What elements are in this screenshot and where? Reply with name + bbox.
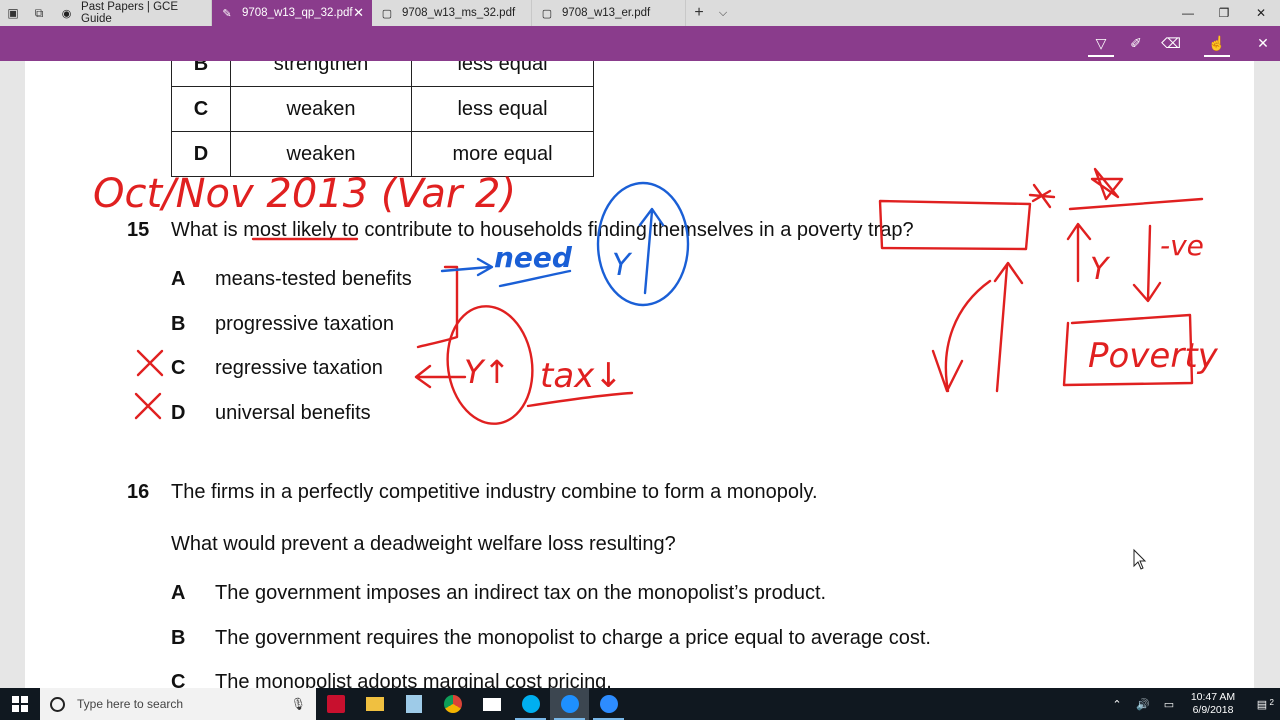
touch-writing-icon[interactable]: ☝ xyxy=(1202,30,1232,57)
microphone-icon[interactable]: 🎙 xyxy=(291,697,306,711)
pdf-ink-toolbar: ▽ ✐ ⌫ ☝ ✕ xyxy=(0,26,1280,61)
table-cell: less equal xyxy=(411,61,594,87)
q15-option-text: universal benefits xyxy=(215,402,371,424)
q15-option-text: means-tested benefits xyxy=(215,268,412,290)
edge-icon[interactable] xyxy=(550,688,589,720)
q15-text-a: What is xyxy=(171,219,244,241)
table-row: B strengthen less equal xyxy=(171,61,594,87)
highlighter-icon[interactable]: ✐ xyxy=(1121,30,1151,56)
set-aside-tabs-icon[interactable]: ⧉ xyxy=(26,0,52,26)
skype-icon[interactable] xyxy=(511,688,550,720)
new-tab-icon[interactable]: + xyxy=(686,0,712,26)
q15-option-letter: D xyxy=(171,402,186,424)
q15-question: What is most likely to contribute to hou… xyxy=(171,219,914,242)
q16-option-text: The government imposes an indirect tax o… xyxy=(215,582,827,604)
maximize-icon[interactable]: ❐ xyxy=(1206,0,1242,26)
volume-icon[interactable]: 🔊 xyxy=(1130,698,1156,711)
close-ink-icon[interactable]: ✕ xyxy=(1248,30,1278,56)
q16-line1: The firms in a perfectly competitive ind… xyxy=(171,481,818,503)
minimize-icon[interactable]: — xyxy=(1170,0,1206,26)
notifications-icon[interactable]: ▤ 2 xyxy=(1244,698,1280,711)
cortana-icon xyxy=(50,696,65,712)
tab-label: 9708_w13_ms_32.pdf xyxy=(402,7,516,19)
search-placeholder: Type here to search xyxy=(77,697,184,711)
q15-number: 15 xyxy=(127,219,150,241)
system-tray: ⌃ 🔊 ▭ 10:47 AM 6/9/2018 ▤ 2 xyxy=(1104,688,1280,720)
network-icon[interactable]: ▭ xyxy=(1156,698,1182,711)
pdf-page: B strengthen less equal C weaken less eq… xyxy=(25,61,1254,688)
q15-option-text: progressive taxation xyxy=(215,313,394,335)
zoom-icon[interactable] xyxy=(589,688,628,720)
close-window-icon[interactable]: ✕ xyxy=(1243,0,1279,26)
mail-icon[interactable] xyxy=(472,688,511,720)
q16-line2: What would prevent a deadweight welfare … xyxy=(171,533,676,555)
table-cell: weaken xyxy=(230,86,412,132)
acrobat-app-icon[interactable] xyxy=(316,688,355,720)
table-row: C weaken less equal xyxy=(171,86,594,132)
options-table: B strengthen less equal C weaken less eq… xyxy=(171,61,594,177)
table-row: D weaken more equal xyxy=(171,131,594,177)
tab-label: 9708_w13_qp_32.pdf xyxy=(242,7,353,19)
q15-option-letter: A xyxy=(171,268,186,290)
table-cell: strengthen xyxy=(230,61,412,87)
tab-label: Past Papers | GCE Guide xyxy=(81,1,178,25)
browser-tab-bar: ▣ ⧉ ◉ Past Papers | GCE Guide ✎ 9708_w13… xyxy=(0,0,1280,26)
table-cell: C xyxy=(171,86,231,132)
taskbar-search-box[interactable]: Type here to search 🎙 xyxy=(40,688,316,720)
tab-qp-pdf[interactable]: ✎ 9708_w13_qp_32.pdf ✕ xyxy=(212,0,372,26)
start-button[interactable] xyxy=(0,688,40,720)
table-cell: less equal xyxy=(411,86,594,132)
pdf-viewer[interactable]: B strengthen less equal C weaken less eq… xyxy=(0,61,1280,688)
gce-guide-icon: ◉ xyxy=(61,7,72,20)
table-cell: D xyxy=(171,131,231,177)
windows-taskbar: Type here to search 🎙 ⌃ 🔊 ▭ 10:47 AM 6/9… xyxy=(0,688,1280,720)
tab-label: 9708_w13_er.pdf xyxy=(562,7,651,19)
table-cell: more equal xyxy=(411,131,594,177)
page-icon: ▢ xyxy=(381,7,393,20)
tab-manager-icon[interactable]: ▣ xyxy=(0,0,26,26)
clock-time: 10:47 AM xyxy=(1190,691,1236,703)
q15-option-letter: B xyxy=(171,313,186,335)
q15-text-b: to contribute to households finding them… xyxy=(336,219,914,241)
q16-option-text: The monopolist adopts marginal cost pric… xyxy=(215,671,612,688)
q16-option-letter: A xyxy=(171,582,186,604)
clock-date: 6/9/2018 xyxy=(1192,704,1234,716)
pdf-pen-icon: ✎ xyxy=(222,7,232,20)
q16-option-letter: C xyxy=(171,671,186,688)
notepad-app-icon[interactable] xyxy=(394,688,433,720)
table-cell: B xyxy=(171,61,231,87)
table-cell: weaken xyxy=(230,131,412,177)
tab-er-pdf[interactable]: ▢ 9708_w13_er.pdf xyxy=(532,0,686,26)
file-explorer-icon[interactable] xyxy=(355,688,394,720)
q15-text-underlined: most likely xyxy=(243,219,337,241)
tab-past-papers[interactable]: ◉ Past Papers | GCE Guide xyxy=(52,0,212,26)
touch-writing-indicator xyxy=(1204,55,1230,57)
tab-ms-pdf[interactable]: ▢ 9708_w13_ms_32.pdf xyxy=(372,0,532,26)
chrome-icon[interactable] xyxy=(433,688,472,720)
eraser-icon[interactable]: ⌫ xyxy=(1156,30,1186,56)
q16-option-text: The government requires the monopolist t… xyxy=(215,627,931,649)
page-icon: ▢ xyxy=(541,7,553,20)
clock[interactable]: 10:47 AM 6/9/2018 xyxy=(1182,691,1244,717)
q16-number: 16 xyxy=(127,481,150,503)
pen-icon[interactable]: ▽ xyxy=(1086,30,1116,57)
selected-tool-indicator xyxy=(1088,55,1114,57)
chevron-up-icon[interactable]: ⌃ xyxy=(1104,698,1130,711)
windows-logo-icon xyxy=(12,696,28,712)
q15-option-letter: C xyxy=(171,357,186,379)
chevron-down-icon[interactable]: ⌵ xyxy=(712,0,734,26)
close-tab-icon[interactable]: ✕ xyxy=(353,5,364,21)
q16-option-letter: B xyxy=(171,627,186,649)
q15-option-text: regressive taxation xyxy=(215,357,383,379)
notification-count: 2 xyxy=(1269,697,1274,707)
